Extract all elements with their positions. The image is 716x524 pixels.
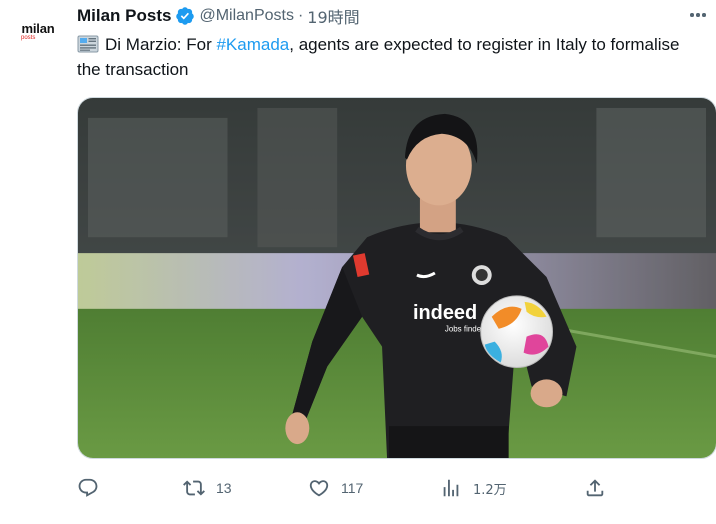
heart-icon bbox=[309, 480, 329, 497]
display-name[interactable]: Milan Posts bbox=[77, 6, 171, 26]
reply-button[interactable] bbox=[77, 474, 110, 502]
tweet[interactable]: milan posts Milan Posts @MilanPosts · 19… bbox=[0, 0, 716, 524]
like-count: 117 bbox=[341, 480, 364, 496]
views-count: 1.2万 bbox=[473, 482, 507, 498]
retweet-count: 13 bbox=[216, 480, 232, 496]
views-button[interactable]: 1.2万 bbox=[440, 474, 507, 502]
more-options-icon[interactable] bbox=[686, 6, 710, 24]
analytics-icon bbox=[443, 479, 459, 497]
hashtag-link[interactable]: #Kamada bbox=[216, 35, 289, 54]
tweet-text-part: Di Marzio: For bbox=[105, 35, 217, 54]
newspaper-icon bbox=[77, 35, 99, 53]
tweet-photo[interactable]: indeed Jobs finden bbox=[77, 97, 716, 459]
timestamp[interactable]: 19時間 bbox=[307, 4, 359, 28]
jersey-sponsor: indeed bbox=[413, 302, 477, 324]
user-handle[interactable]: @MilanPosts bbox=[199, 7, 294, 25]
share-icon bbox=[586, 479, 604, 497]
verified-badge-icon bbox=[176, 7, 195, 25]
share-button[interactable] bbox=[584, 474, 606, 502]
like-button[interactable]: 117 bbox=[308, 474, 363, 502]
jersey-sponsor-sub: Jobs finden bbox=[445, 325, 486, 334]
retweet-icon bbox=[183, 480, 205, 496]
tweet-actions-bar: 13 117 1.2万 bbox=[77, 474, 617, 502]
avatar[interactable]: milan posts bbox=[14, 8, 62, 56]
reply-icon bbox=[78, 478, 98, 497]
avatar-logo-subtext: posts bbox=[21, 34, 36, 41]
football-player-photo: indeed Jobs finden bbox=[78, 98, 716, 458]
tweet-text: Di Marzio: For #Kamada, agents are expec… bbox=[77, 32, 697, 82]
retweet-button[interactable]: 13 bbox=[183, 474, 232, 502]
tweet-header: Milan Posts @MilanPosts · 19時間 bbox=[77, 4, 360, 28]
separator-dot: · bbox=[297, 7, 304, 24]
avatar-logo-text: milan bbox=[21, 20, 55, 36]
